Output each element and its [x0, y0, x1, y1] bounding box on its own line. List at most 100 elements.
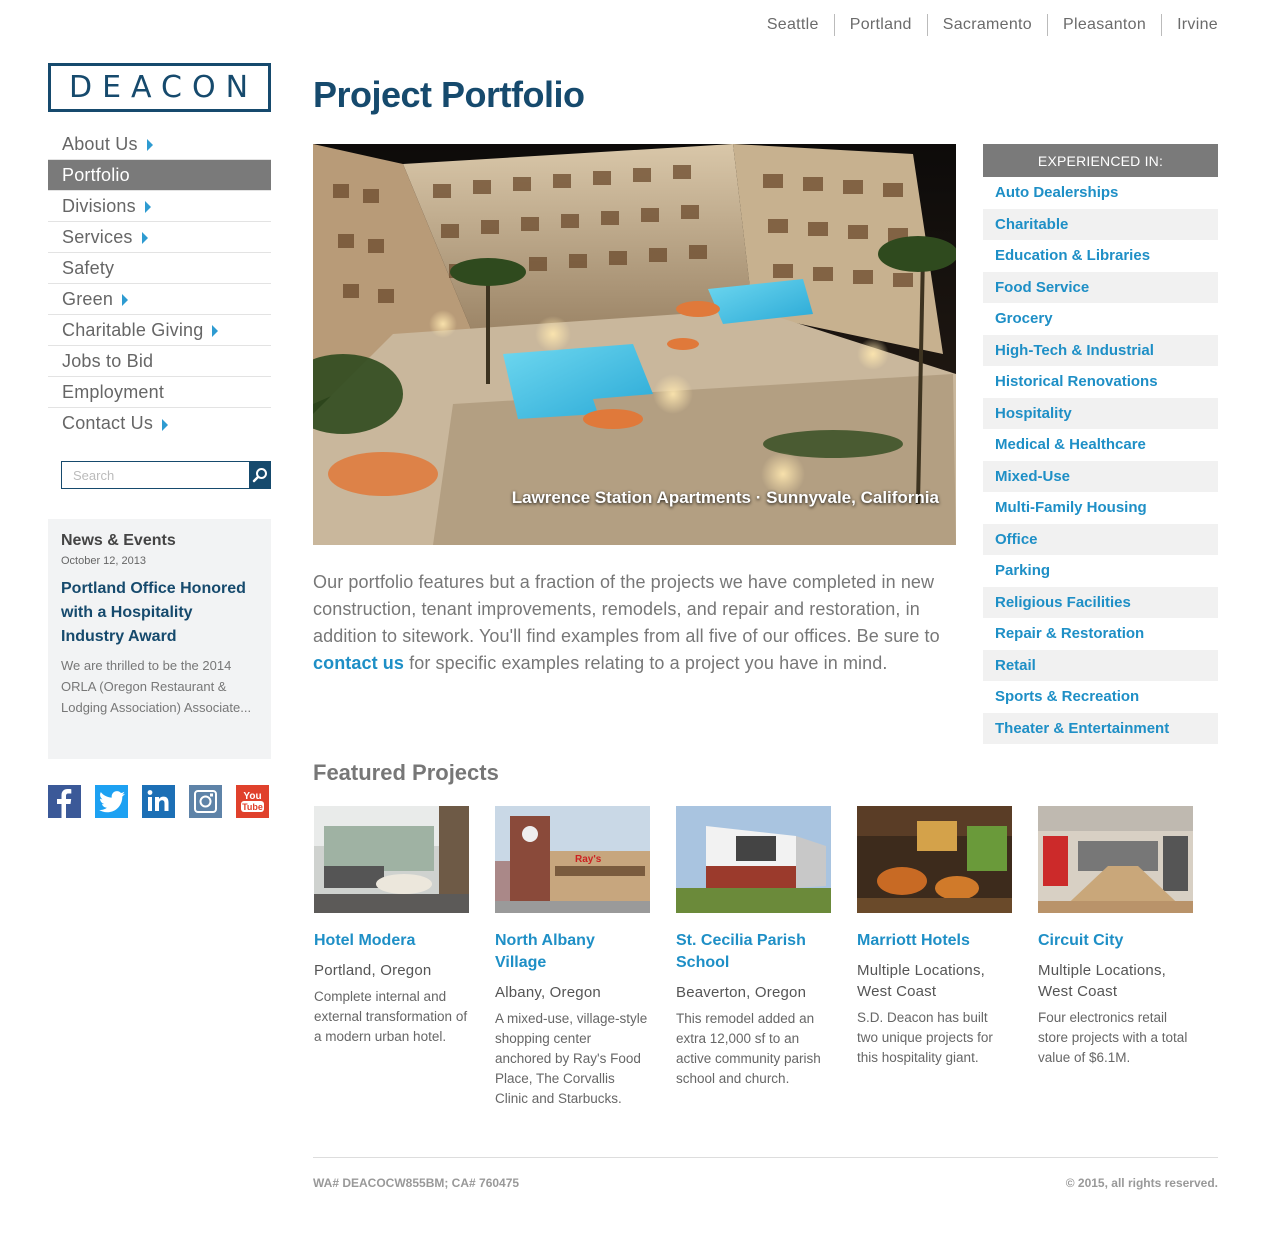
sidebar-item-safety[interactable]: Safety: [48, 253, 271, 284]
experience-link[interactable]: Theater & Entertainment: [983, 712, 1218, 744]
project-location: Beaverton, Oregon: [676, 984, 807, 1001]
sidebar-item-label: Contact Us: [62, 413, 154, 433]
footer-copyright: © 2015, all rights reserved.: [1065, 1176, 1218, 1190]
chevron-right-icon: [146, 139, 153, 151]
search-input[interactable]: [61, 461, 249, 489]
experience-link[interactable]: Grocery: [983, 303, 1218, 335]
sidebar-item-charitable-giving[interactable]: Charitable Giving: [48, 315, 271, 346]
sidebar-item-label: Charitable Giving: [62, 319, 204, 340]
experience-header: EXPERIENCED IN:: [983, 144, 1218, 177]
search-icon: [252, 468, 267, 483]
hero-photo: [313, 144, 956, 545]
hero-image: Lawrence Station Apartments · Sunnyvale,…: [313, 144, 956, 545]
project-location: Albany, Oregon: [495, 984, 601, 1001]
office-link-pleasanton[interactable]: Pleasanton: [1047, 14, 1161, 36]
footer-divider: [313, 1157, 1218, 1158]
sidebar-item-services[interactable]: Services: [48, 222, 271, 253]
sidebar-item-label: Green: [62, 288, 114, 309]
news-heading: News & Events: [61, 532, 176, 549]
project-name-link[interactable]: Marriott Hotels: [857, 930, 1012, 952]
chevron-right-icon: [122, 294, 129, 306]
sidebar-nav: About Us Portfolio Divisions Services Sa…: [48, 129, 271, 439]
youtube-icon[interactable]: You Tube: [236, 785, 269, 818]
chevron-right-icon: [141, 232, 148, 244]
experience-link[interactable]: Food Service: [983, 271, 1218, 303]
experience-link[interactable]: Repair & Restoration: [983, 618, 1218, 650]
experience-link[interactable]: High-Tech & Industrial: [983, 334, 1218, 366]
project-name-link[interactable]: Circuit City: [1038, 930, 1193, 952]
experience-link[interactable]: Education & Libraries: [983, 240, 1218, 272]
experience-link[interactable]: Sports & Recreation: [983, 681, 1218, 713]
experience-link[interactable]: Parking: [983, 555, 1218, 587]
page-title: Project Portfolio: [313, 74, 585, 115]
news-date: October 12, 2013: [61, 555, 147, 567]
project-location: Portland, Oregon: [314, 962, 432, 979]
project-card: Ray's North Albany Village Albany, Orego…: [495, 806, 650, 1109]
experience-link[interactable]: Medical & Healthcare: [983, 429, 1218, 461]
experience-link[interactable]: Retail: [983, 649, 1218, 681]
footer-license: WA# DEACOCW855BM; CA# 760475: [313, 1176, 520, 1190]
project-thumbnail-circuit-city[interactable]: [1038, 806, 1193, 913]
experience-link[interactable]: Auto Dealerships: [983, 177, 1218, 209]
social-links: You Tube: [48, 785, 283, 818]
twitter-icon[interactable]: [95, 785, 128, 818]
project-thumbnail-st-cecilia-parish-school[interactable]: [676, 806, 831, 913]
experience-link[interactable]: Historical Renovations: [983, 366, 1218, 398]
hero-caption: Lawrence Station Apartments · Sunnyvale,…: [511, 488, 939, 507]
experience-link[interactable]: Multi-Family Housing: [983, 492, 1218, 524]
project-card: Marriott Hotels Multiple Locations, West…: [857, 806, 1012, 1109]
office-link-seattle[interactable]: Seattle: [752, 14, 834, 36]
logo-text: DEACON: [68, 70, 259, 105]
office-link-sacramento[interactable]: Sacramento: [926, 14, 1047, 36]
sidebar-item-portfolio[interactable]: Portfolio: [48, 160, 271, 191]
facebook-icon[interactable]: [48, 785, 81, 818]
experience-panel: EXPERIENCED IN: Auto Dealerships Charita…: [983, 144, 1218, 744]
project-description: Four electronics retail store projects w…: [1038, 1010, 1188, 1065]
search-button[interactable]: [249, 461, 271, 489]
svg-text:Ray's: Ray's: [575, 854, 602, 865]
experience-link[interactable]: Office: [983, 523, 1218, 555]
sidebar-item-about-us[interactable]: About Us: [48, 129, 271, 160]
instagram-icon[interactable]: [189, 785, 222, 818]
office-locations-nav: Seattle Portland Sacramento Pleasanton I…: [752, 14, 1218, 36]
office-link-portland[interactable]: Portland: [833, 14, 927, 36]
sidebar-item-label: Safety: [62, 257, 115, 278]
search-form: [61, 461, 271, 489]
project-thumbnail-marriott-hotels[interactable]: [857, 806, 1012, 913]
sidebar-item-employment[interactable]: Employment: [48, 377, 271, 408]
project-thumbnail-north-albany-village[interactable]: Ray's: [495, 806, 650, 913]
sidebar-item-label: Services: [62, 226, 133, 247]
project-card: Circuit City Multiple Locations, West Co…: [1038, 806, 1193, 1109]
contact-us-link[interactable]: contact us: [313, 653, 404, 673]
sidebar-item-divisions[interactable]: Divisions: [48, 191, 271, 222]
sidebar-item-label: Jobs to Bid: [62, 350, 154, 371]
project-card: Hotel Modera Portland, Oregon Complete i…: [314, 806, 469, 1109]
project-name-link[interactable]: North Albany Village: [495, 930, 650, 974]
sidebar-item-green[interactable]: Green: [48, 284, 271, 315]
office-link-irvine[interactable]: Irvine: [1161, 14, 1218, 36]
project-name-link[interactable]: St. Cecilia Parish School: [676, 930, 831, 974]
project-description: This remodel added an extra 12,000 sf to…: [676, 1011, 821, 1086]
project-thumbnail-hotel-modera[interactable]: [314, 806, 469, 913]
experience-link[interactable]: Religious Facilities: [983, 586, 1218, 618]
experience-link[interactable]: Charitable: [983, 208, 1218, 240]
portfolio-intro: Our portfolio features but a fraction of…: [313, 569, 958, 677]
linkedin-icon[interactable]: [142, 785, 175, 818]
sidebar-item-jobs-to-bid[interactable]: Jobs to Bid: [48, 346, 271, 377]
experience-link[interactable]: Hospitality: [983, 397, 1218, 429]
featured-projects-list: Hotel Modera Portland, Oregon Complete i…: [314, 806, 1219, 1109]
chevron-right-icon: [212, 325, 219, 337]
sidebar-item-label: Employment: [62, 381, 165, 402]
news-events-panel: News & Events October 12, 2013 Portland …: [48, 519, 271, 759]
news-excerpt: We are thrilled to be the 2014 ORLA (Ore…: [61, 658, 252, 715]
intro-text: Our portfolio features but a fraction of…: [313, 572, 940, 646]
chevron-right-icon: [144, 201, 151, 213]
deacon-logo[interactable]: DEACON: [48, 63, 271, 112]
experience-link[interactable]: Mixed-Use: [983, 460, 1218, 492]
project-description: S.D. Deacon has built two unique project…: [857, 1010, 993, 1065]
news-title-link[interactable]: Portland Office Honored with a Hospitali…: [61, 577, 258, 649]
project-name-link[interactable]: Hotel Modera: [314, 930, 469, 952]
project-location: Multiple Locations, West Coast: [1038, 962, 1167, 1000]
project-description: A mixed-use, village-style shopping cent…: [495, 1011, 648, 1106]
sidebar-item-contact-us[interactable]: Contact Us: [48, 408, 271, 439]
